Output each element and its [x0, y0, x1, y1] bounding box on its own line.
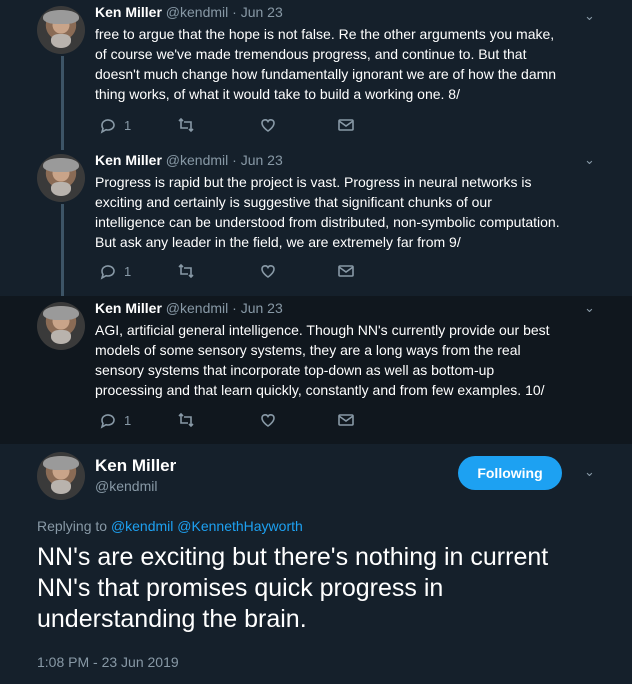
chevron-down-icon[interactable]: ⌄	[584, 8, 595, 24]
reply-icon	[100, 119, 115, 134]
tweet-text: AGI, artificial general intelligence. Th…	[95, 322, 550, 398]
avatar[interactable]	[37, 154, 85, 202]
author-name[interactable]: Ken Miller	[95, 4, 162, 20]
heart-icon	[261, 265, 275, 278]
retweet-button[interactable]	[177, 262, 195, 280]
reply-count: 1	[124, 117, 132, 133]
replying-to: Replying to @kendmil @KennethHayworth	[37, 518, 303, 534]
reply-count: 1	[124, 263, 132, 279]
message-button[interactable]	[337, 262, 355, 280]
avatar[interactable]	[37, 452, 85, 500]
author-name[interactable]: Ken Miller	[95, 152, 162, 168]
like-button[interactable]	[259, 116, 277, 134]
avatar[interactable]	[37, 302, 85, 350]
retweet-button[interactable]	[177, 116, 195, 134]
following-button[interactable]: Following	[458, 456, 562, 490]
reply-button[interactable]: 1	[99, 411, 131, 429]
envelope-icon	[338, 414, 354, 426]
author-handle[interactable]: @kendmil	[166, 300, 228, 316]
reply-icon	[100, 414, 115, 429]
chevron-down-icon[interactable]: ⌄	[584, 152, 595, 168]
reply-button[interactable]: 1	[99, 262, 131, 280]
like-button[interactable]	[259, 411, 277, 429]
author-name[interactable]: Ken Miller	[95, 300, 162, 316]
chevron-down-icon[interactable]: ⌄	[584, 464, 595, 480]
avatar[interactable]	[37, 6, 85, 54]
mention-link[interactable]: @kendmil	[111, 518, 173, 534]
reply-count: 1	[124, 412, 132, 428]
author-handle[interactable]: @kendmil	[166, 152, 228, 168]
envelope-icon	[338, 119, 354, 131]
tweet-date[interactable]: · Jun 23	[232, 152, 283, 168]
tweet-9[interactable]: Ken Miller @kendmil · Jun 23 ⌄ Progress …	[0, 148, 632, 296]
heart-icon	[261, 119, 275, 132]
main-tweet-text: NN's are exciting but there's nothing in…	[37, 543, 549, 633]
tweet-actions: 1	[95, 411, 365, 429]
mention-link[interactable]: @KennethHayworth	[177, 518, 303, 534]
tweet-actions: 1	[95, 116, 365, 134]
tweet-text: free to argue that the hope is not false…	[95, 26, 557, 102]
replying-prefix: Replying to	[37, 518, 108, 534]
reply-button[interactable]: 1	[99, 116, 131, 134]
author-handle[interactable]: @kendmil	[95, 478, 157, 494]
retweet-icon	[178, 117, 194, 133]
tweet-8[interactable]: Ken Miller @kendmil · Jun 23 ⌄ free to a…	[0, 0, 632, 148]
retweet-icon	[178, 263, 194, 279]
tweet-actions: 1	[95, 262, 365, 280]
chevron-down-icon[interactable]: ⌄	[584, 300, 595, 316]
tweet-date[interactable]: · Jun 23	[232, 4, 283, 20]
tweet-text: Progress is rapid but the project is vas…	[95, 174, 560, 250]
author-name[interactable]: Ken Miller	[95, 456, 176, 476]
envelope-icon	[338, 265, 354, 277]
tweet-timestamp[interactable]: 1:08 PM - 23 Jun 2019	[37, 654, 179, 670]
retweet-icon	[178, 412, 194, 428]
message-button[interactable]	[337, 411, 355, 429]
retweet-button[interactable]	[177, 411, 195, 429]
heart-icon	[261, 414, 275, 427]
author-handle[interactable]: @kendmil	[166, 4, 228, 20]
tweet-10[interactable]: Ken Miller @kendmil · Jun 23 ⌄ AGI, arti…	[0, 296, 632, 444]
tweet-date[interactable]: · Jun 23	[232, 300, 283, 316]
like-button[interactable]	[259, 262, 277, 280]
reply-icon	[100, 265, 115, 280]
message-button[interactable]	[337, 116, 355, 134]
